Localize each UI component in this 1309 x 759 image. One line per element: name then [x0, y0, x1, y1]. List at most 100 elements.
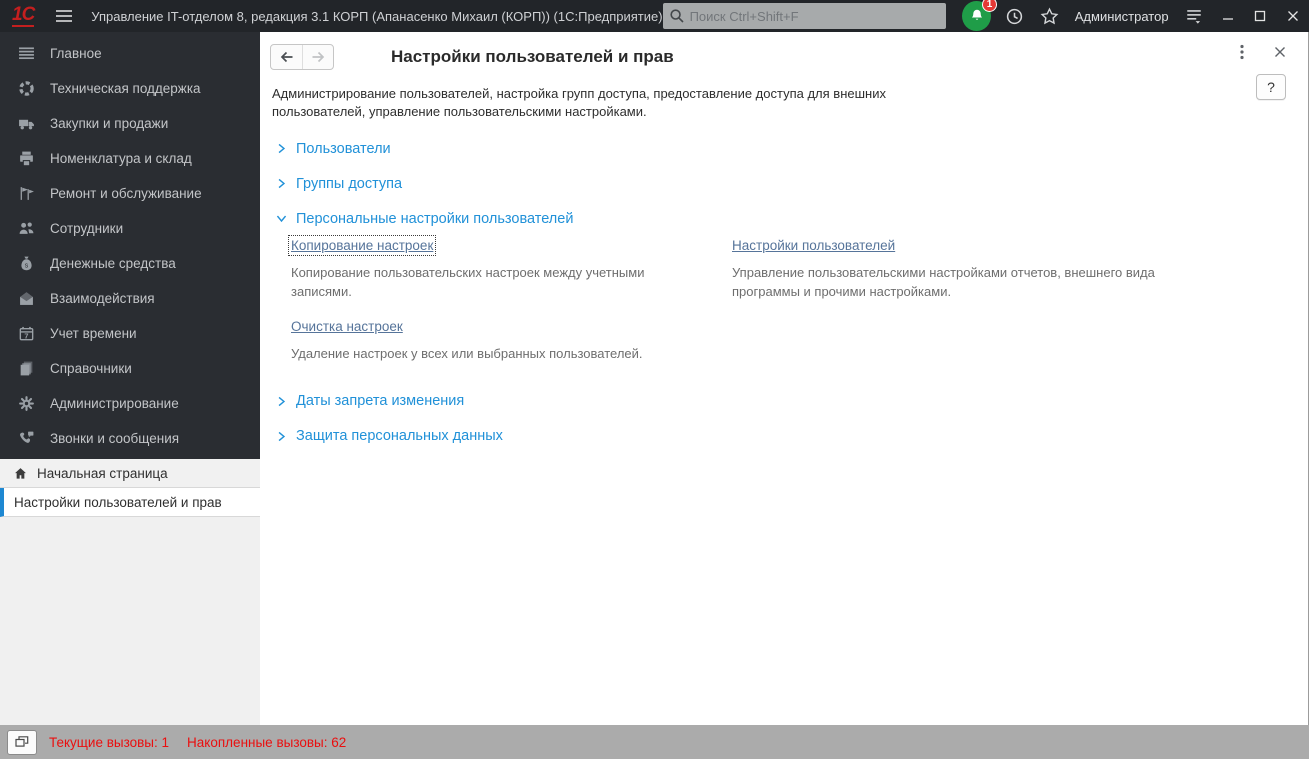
sidebar-item-label: Учет времени: [50, 326, 137, 341]
gear-icon: [17, 395, 35, 412]
search-input[interactable]: [689, 8, 941, 24]
sidebar-item-label: Техническая поддержка: [50, 81, 201, 96]
sidebar-item-calls-messages[interactable]: Звонки и сообщения: [0, 421, 260, 456]
global-search[interactable]: [662, 3, 947, 29]
tab-user-rights-settings[interactable]: Настройки пользователей и прав: [0, 488, 260, 517]
notification-badge: 1: [982, 0, 997, 12]
sidebar-item-label: Номенклатура и склад: [50, 151, 192, 166]
sidebar-item-money[interactable]: s Денежные средства: [0, 246, 260, 281]
chevron-right-icon: [274, 394, 288, 408]
sidebar-item-label: Администрирование: [50, 396, 179, 411]
content-header: Настройки пользователей и прав: [270, 42, 1294, 72]
tab-home-page[interactable]: Начальная страница: [0, 459, 260, 488]
current-calls-status: Текущие вызовы: 1: [49, 735, 169, 750]
1c-logo: 1С: [12, 4, 35, 27]
link-description: Копирование пользовательских настроек ме…: [291, 265, 645, 299]
favorites-star-icon[interactable]: [1037, 3, 1062, 29]
employees-icon: [17, 220, 35, 237]
current-user-label[interactable]: Администратор: [1075, 9, 1169, 24]
sidebar-item-label: Денежные средства: [50, 256, 176, 271]
page-description: Администрирование пользователей, настрой…: [272, 86, 886, 120]
section-label: Даты запрета изменения: [296, 393, 465, 410]
section-access-groups[interactable]: Группы доступа: [274, 166, 1294, 201]
statusbar: Текущие вызовы: 1 Накопленные вызовы: 62: [0, 725, 1309, 759]
calendar-icon: 7: [17, 325, 35, 342]
bell-icon: [969, 8, 985, 24]
chevron-right-icon: [274, 429, 288, 443]
sidebar-item-tech-support[interactable]: Техническая поддержка: [0, 71, 260, 106]
sidebar-item-purchases-sales[interactable]: Закупки и продажи: [0, 106, 260, 141]
lifering-icon: [17, 80, 35, 97]
sidebar-filler: [0, 517, 260, 725]
sidebar-item-label: Главное: [50, 46, 102, 61]
history-icon[interactable]: [1002, 3, 1027, 29]
sidebar-item-label: Закупки и продажи: [50, 116, 169, 131]
maximize-button[interactable]: [1244, 0, 1277, 32]
section-restriction-dates[interactable]: Даты запрета изменения: [274, 384, 1294, 419]
sidebar-item-label: Звонки и сообщения: [50, 431, 180, 446]
accumulated-calls-label: Накопленные вызовы:: [187, 734, 328, 750]
performance-indicator-button[interactable]: [7, 729, 37, 755]
section-label: Пользователи: [296, 140, 391, 157]
search-icon: [669, 8, 685, 24]
section-personal-settings[interactable]: Персональные настройки пользователей: [274, 201, 1294, 236]
forward-button[interactable]: [302, 45, 333, 69]
minimize-button[interactable]: [1211, 0, 1244, 32]
section-users[interactable]: Пользователи: [274, 131, 1294, 166]
main-panel: Настройки пользователей и прав ? Админис…: [260, 32, 1309, 725]
tab-label: Начальная страница: [37, 465, 168, 481]
sections-list: Пользователи Группы доступа Персональные…: [270, 131, 1294, 454]
window-title: Управление IT-отделом 8, редакция 3.1 КО…: [91, 8, 663, 24]
current-calls-value: 1: [161, 734, 170, 750]
link-clear-settings[interactable]: Очистка настроек: [291, 319, 403, 334]
sidebar-item-repair-service[interactable]: Ремонт и обслуживание: [0, 176, 260, 211]
link-block-copy-settings: Копирование настроек Копирование пользов…: [287, 235, 732, 300]
flags-icon: [17, 185, 35, 202]
home-icon: [13, 466, 28, 481]
printer-icon: [17, 150, 35, 167]
close-window-button[interactable]: [1276, 0, 1309, 32]
sidebar-item-interactions[interactable]: Взаимодействия: [0, 281, 260, 316]
current-calls-label: Текущие вызовы:: [49, 734, 158, 750]
link-user-settings[interactable]: Настройки пользователей: [732, 238, 895, 253]
sidebar-item-label: Взаимодействия: [50, 291, 155, 306]
nav-buttons: [270, 44, 334, 70]
help-button[interactable]: ?: [1256, 74, 1286, 100]
chevron-right-icon: [274, 142, 288, 156]
section-label: Защита персональных данных: [296, 428, 503, 445]
sidebar-item-label: Справочники: [50, 361, 132, 376]
accumulated-calls-status: Накопленные вызовы: 62: [187, 735, 346, 750]
svg-text:7: 7: [24, 331, 28, 340]
sidebar-item-administration[interactable]: Администрирование: [0, 386, 260, 421]
sidebar: Главное Техническая поддержка Закупки и …: [0, 32, 260, 725]
sidebar-item-time-tracking[interactable]: 7 Учет времени: [0, 316, 260, 351]
more-menu-icon[interactable]: [1234, 44, 1250, 60]
windows-icon: [14, 735, 30, 750]
sidebar-item-employees[interactable]: Сотрудники: [0, 211, 260, 246]
main-menu-icon[interactable]: [52, 5, 75, 27]
link-copy-settings[interactable]: Копирование настроек: [287, 235, 437, 257]
tab-label: Настройки пользователей и прав: [14, 494, 222, 510]
chevron-right-icon: [274, 177, 288, 191]
sidebar-item-main[interactable]: Главное: [0, 36, 260, 71]
close-form-icon[interactable]: [1272, 44, 1288, 60]
menu-lines-icon: [17, 45, 35, 62]
section-personal-data-protection[interactable]: Защита персональных данных: [274, 419, 1294, 454]
sidebar-item-catalogs[interactable]: Справочники: [0, 351, 260, 386]
section-label: Группы доступа: [296, 175, 403, 192]
personal-settings-links: Копирование настроек Копирование пользов…: [287, 235, 1294, 380]
sidebar-item-label: Ремонт и обслуживание: [50, 186, 202, 201]
section-label: Персональные настройки пользователей: [296, 210, 574, 227]
back-button[interactable]: [271, 45, 302, 69]
link-description: Удаление настроек у всех или выбранных п…: [291, 345, 643, 361]
link-block-user-settings: Настройки пользователей Управление польз…: [732, 237, 1294, 300]
truck-icon: [17, 115, 35, 132]
service-menu-icon[interactable]: [1182, 3, 1207, 29]
chevron-down-icon: [274, 212, 288, 226]
books-icon: [17, 360, 35, 377]
page-title: Настройки пользователей и прав: [391, 47, 674, 66]
money-bag-icon: s: [17, 255, 35, 272]
notifications-button[interactable]: 1: [962, 0, 997, 31]
titlebar: 1С Управление IT-отделом 8, редакция 3.1…: [0, 0, 1309, 32]
sidebar-item-nomenclature-warehouse[interactable]: Номенклатура и склад: [0, 141, 260, 176]
